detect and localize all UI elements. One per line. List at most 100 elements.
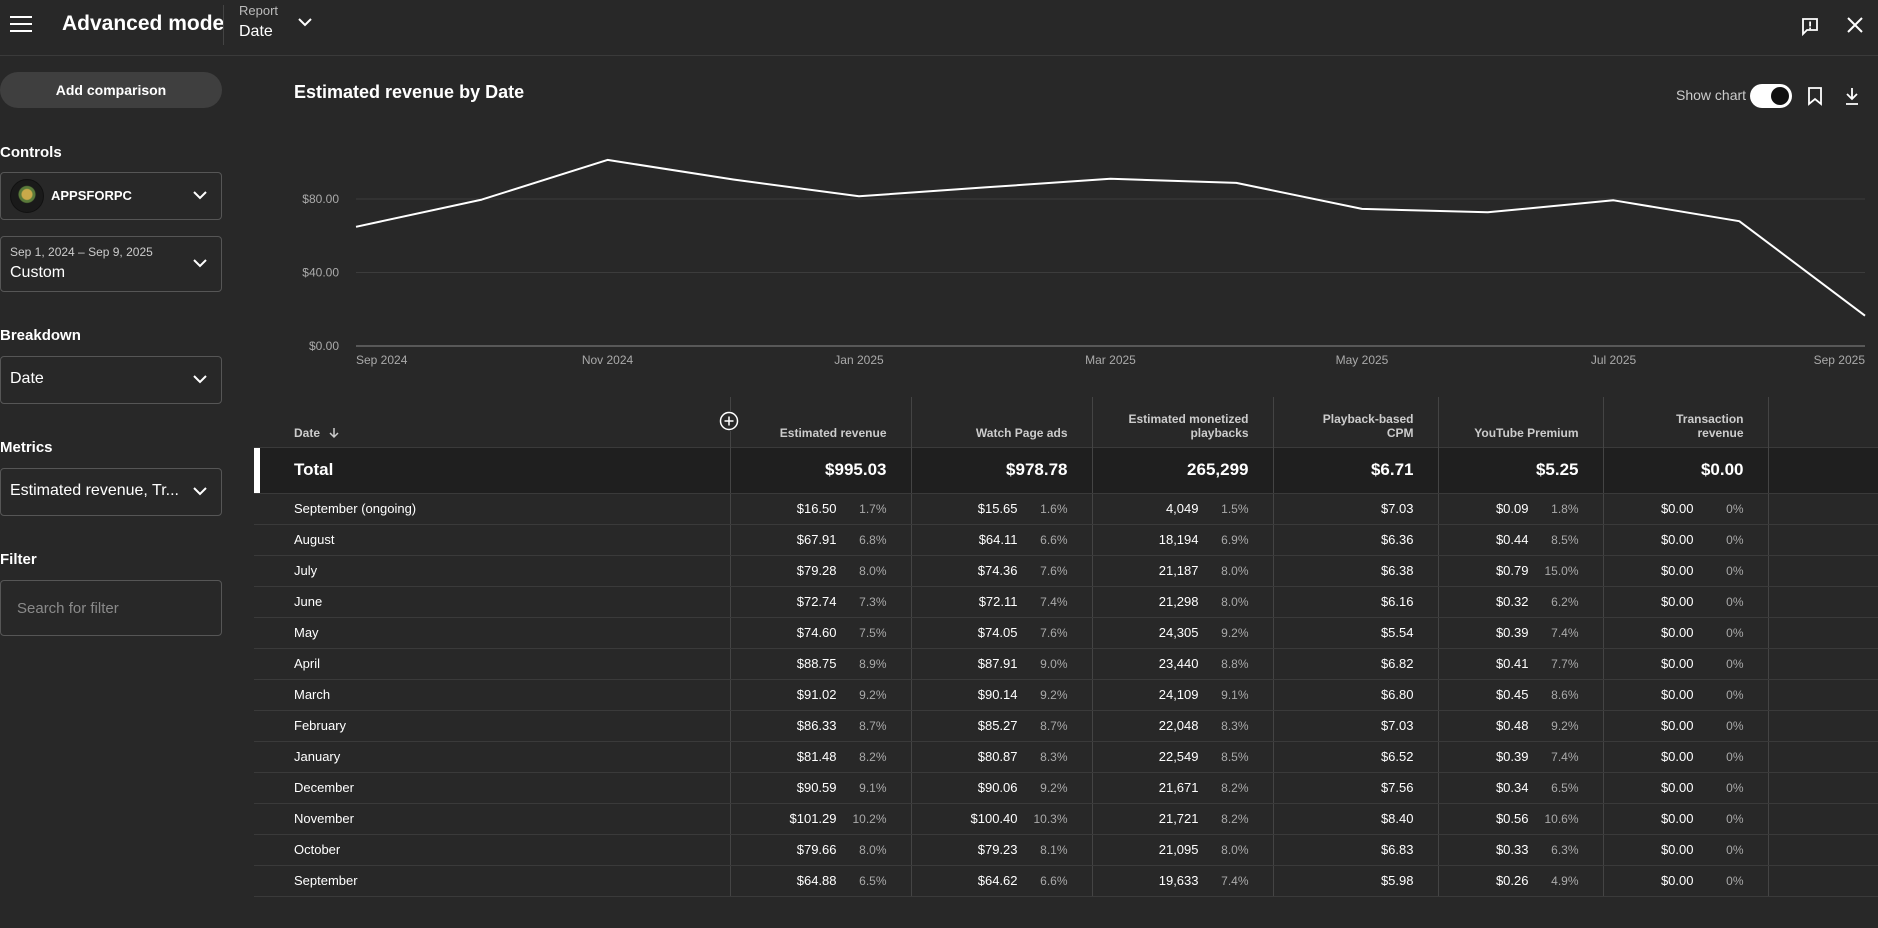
column-header-monetized-playbacks[interactable]: Estimated monetized playbacks xyxy=(1092,397,1274,447)
column-header-label: Watch Page ads xyxy=(975,425,1068,440)
cell-value: 4,049 xyxy=(1165,501,1199,516)
column-header-label: YouTube Premium xyxy=(1474,425,1579,440)
add-circle-icon[interactable] xyxy=(718,411,739,431)
cell-value: $0.00 xyxy=(1660,501,1694,516)
menu-icon[interactable] xyxy=(10,16,32,34)
row-cell: $0.56 10.6% xyxy=(1438,803,1604,835)
cell-value: 24,109 xyxy=(1158,687,1199,702)
row-spacer xyxy=(1768,555,1878,587)
channel-dropdown[interactable]: APPSFORPC xyxy=(0,172,222,220)
cell-percent: 8.1% xyxy=(1040,843,1068,857)
cell-percent: 6.3% xyxy=(1551,843,1579,857)
table-row[interactable]: June $72.74 7.3% $72.11 7.4% 21,298 8.0% $6.16 $… xyxy=(254,586,1878,618)
row-cell: $72.74 7.3% xyxy=(730,586,912,618)
table-row[interactable]: March $91.02 9.2% $90.14 9.2% 24,109 9.1% $6.80… xyxy=(254,679,1878,711)
report-picker[interactable]: Report Date xyxy=(239,3,319,47)
cell-value: $0.44 xyxy=(1495,532,1529,547)
metrics-dropdown[interactable]: Estimated revenue, Tr... xyxy=(0,468,222,516)
column-header-playback-cpm[interactable]: Playback-based CPM xyxy=(1273,397,1439,447)
date-range-dropdown[interactable]: Sep 1, 2024 – Sep 9, 2025 Custom xyxy=(0,236,222,292)
close-icon[interactable] xyxy=(1846,16,1864,34)
table-row[interactable]: April $88.75 8.9% $87.91 9.0% 23,440 8.8% $6.82… xyxy=(254,648,1878,680)
arrow-down-icon[interactable] xyxy=(329,427,339,439)
row-cell: $80.87 8.3% xyxy=(911,741,1093,773)
row-cell: $0.00 0% xyxy=(1603,679,1769,711)
cell-percent: 0% xyxy=(1726,750,1744,764)
table-row[interactable]: October $79.66 8.0% $79.23 8.1% 21,095 8.0% $6.… xyxy=(254,834,1878,866)
cell-percent: 9.1% xyxy=(859,781,887,795)
add-comparison-button[interactable]: Add comparison xyxy=(0,72,222,108)
cell-value: 18,194 xyxy=(1158,532,1199,547)
row-cell: $0.00 0% xyxy=(1603,803,1769,835)
table-row[interactable]: September (ongoing) $16.50 1.7% $15.65 1.6% 4… xyxy=(254,493,1878,525)
filter-search-input[interactable] xyxy=(0,580,222,636)
cell-value: $0.00 xyxy=(1660,532,1694,547)
feedback-icon[interactable] xyxy=(1800,16,1820,36)
x-tick-label: May 2025 xyxy=(1336,353,1389,367)
download-icon[interactable] xyxy=(1844,86,1860,106)
avatar xyxy=(10,179,44,213)
cell-value: $64.88 xyxy=(796,873,837,888)
row-date: October xyxy=(254,834,731,866)
cell-percent: 8.6% xyxy=(1551,688,1579,702)
cell-value: $6.16 xyxy=(1380,594,1414,609)
table-row[interactable]: May $74.60 7.5% $74.05 7.6% 24,305 9.2% $5.54 $0… xyxy=(254,617,1878,649)
row-cell: $6.38 xyxy=(1273,555,1439,587)
column-header-watch-page-ads[interactable]: Watch Page ads xyxy=(911,397,1093,447)
total-value: $0.00 xyxy=(1603,446,1769,494)
cell-value: $91.02 xyxy=(796,687,837,702)
row-cell: $7.03 xyxy=(1273,710,1439,742)
row-date: January xyxy=(254,741,731,773)
breakdown-dropdown[interactable]: Date xyxy=(0,356,222,404)
cell-percent: 1.6% xyxy=(1040,502,1068,516)
cell-percent: 6.5% xyxy=(859,874,887,888)
table-row[interactable]: September $64.88 6.5% $64.62 6.6% 19,633 7.4% $… xyxy=(254,865,1878,897)
table-row[interactable]: December $90.59 9.1% $90.06 9.2% 21,671 8.2% $7… xyxy=(254,772,1878,804)
row-cell: $0.00 0% xyxy=(1603,586,1769,618)
row-cell: $0.32 6.2% xyxy=(1438,586,1604,618)
total-value: $995.03 xyxy=(730,446,912,494)
show-chart-toggle[interactable] xyxy=(1750,84,1792,108)
cell-percent: 0% xyxy=(1726,874,1744,888)
cell-percent: 7.4% xyxy=(1551,626,1579,640)
column-header-transaction-revenue[interactable]: Transaction revenue xyxy=(1603,397,1769,447)
series-line[interactable] xyxy=(355,158,1866,317)
cell-percent: 7.7% xyxy=(1551,657,1579,671)
bookmark-icon[interactable] xyxy=(1807,86,1823,106)
row-cell: $0.39 7.4% xyxy=(1438,617,1604,649)
cell-percent: 8.3% xyxy=(1040,750,1068,764)
column-header-label: Playback-based CPM xyxy=(1322,411,1414,440)
row-cell: 21,298 8.0% xyxy=(1092,586,1274,618)
table-row[interactable]: August $67.91 6.8% $64.11 6.6% 18,194 6.9% $6.3… xyxy=(254,524,1878,556)
table-row[interactable]: November $101.29 10.2% $100.40 10.3% 21,721 8.… xyxy=(254,803,1878,835)
cell-value: $74.36 xyxy=(977,563,1018,578)
row-spacer xyxy=(1768,834,1878,866)
table-row[interactable]: January $81.48 8.2% $80.87 8.3% 22,549 8.5% $6.… xyxy=(254,741,1878,773)
column-header-estimated-revenue[interactable]: Estimated revenue xyxy=(730,397,912,447)
column-header-label: Date xyxy=(294,425,321,440)
cell-percent: 8.7% xyxy=(859,719,887,733)
cell-value: $8.40 xyxy=(1380,811,1414,826)
cell-percent: 8.2% xyxy=(1221,781,1249,795)
table-row[interactable]: February $86.33 8.7% $85.27 8.7% 22,048 8.3% $7… xyxy=(254,710,1878,742)
column-header-youtube-premium[interactable]: YouTube Premium xyxy=(1438,397,1604,447)
x-tick-label: Jul 2025 xyxy=(1591,353,1637,367)
table-row[interactable]: July $79.28 8.0% $74.36 7.6% 21,187 8.0% $6.38 $… xyxy=(254,555,1878,587)
cell-value: $0.39 xyxy=(1495,749,1529,764)
row-cell: $0.41 7.7% xyxy=(1438,648,1604,680)
row-cell: $100.40 10.3% xyxy=(911,803,1093,835)
cell-value: $64.11 xyxy=(978,532,1018,547)
row-cell: $0.09 1.8% xyxy=(1438,493,1604,525)
cell-percent: 6.8% xyxy=(859,533,887,547)
cell-value: $67.91 xyxy=(796,532,837,547)
cell-value: $16.50 xyxy=(796,501,837,516)
column-header-date[interactable]: Date xyxy=(254,397,739,447)
cell-value: $5.98 xyxy=(1380,873,1414,888)
cell-percent: 6.9% xyxy=(1221,533,1249,547)
cell-value: $0.00 xyxy=(1660,563,1694,578)
cell-value: $6.36 xyxy=(1380,532,1414,547)
cell-percent: 0% xyxy=(1726,843,1744,857)
row-cell: $0.00 0% xyxy=(1603,710,1769,742)
cell-percent: 15.0% xyxy=(1544,564,1579,578)
row-spacer xyxy=(1768,679,1878,711)
